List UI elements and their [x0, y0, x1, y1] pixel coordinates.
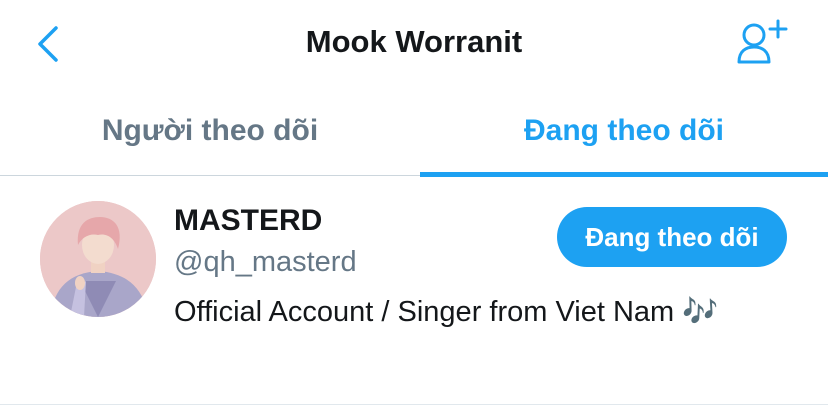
tab-bar: Người theo dõi Đang theo dõi: [0, 88, 828, 177]
following-button[interactable]: Đang theo dõi: [557, 207, 787, 267]
add-user-icon: [737, 19, 788, 64]
tab-following[interactable]: Đang theo dõi: [420, 88, 828, 174]
tab-followers[interactable]: Người theo dõi: [0, 88, 420, 174]
avatar[interactable]: [40, 201, 156, 317]
page-title: Mook Worranit: [305, 24, 523, 59]
row-divider: [0, 404, 828, 405]
user-name: MASTERD: [174, 204, 323, 237]
user-bio: Official Account / Singer from Viet Nam …: [174, 296, 719, 328]
user-list-item[interactable]: MASTERD @qh_masterd Official Account / S…: [0, 176, 828, 404]
add-user-button[interactable]: [734, 18, 790, 68]
top-bar: Mook Worranit: [0, 0, 828, 88]
user-handle: @qh_masterd: [174, 246, 357, 278]
